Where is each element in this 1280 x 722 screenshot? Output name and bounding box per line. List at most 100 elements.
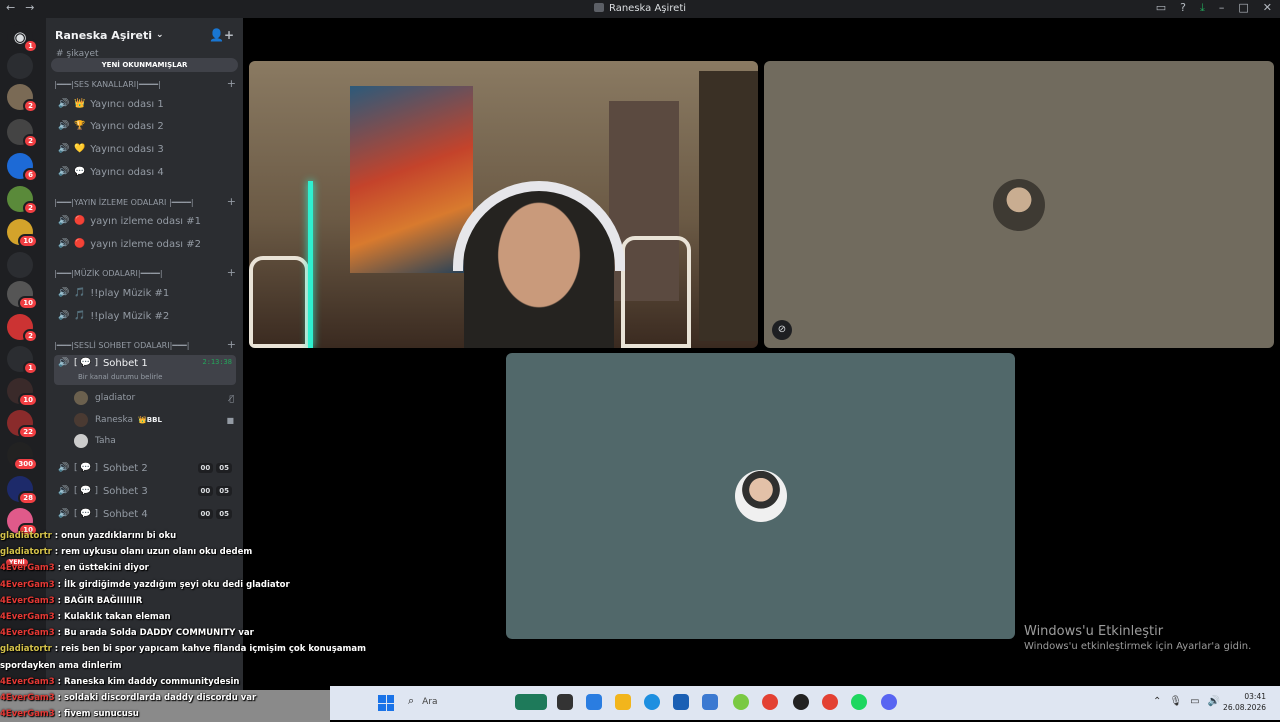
- server-icon-5[interactable]: 2: [7, 186, 38, 215]
- category-yayin-izleme[interactable]: |━━━|YAYIN İZLEME ODALARI |━━━━| +: [54, 196, 236, 207]
- chevron-down-icon: ⌄: [156, 30, 164, 40]
- active-channel-name: Sohbet 1: [102, 358, 148, 369]
- server-icon-7[interactable]: [7, 252, 33, 278]
- app-icon[interactable]: [733, 694, 749, 710]
- voice-channel[interactable]: 🔊[ 💬 ] Sohbet 4 00 05: [54, 504, 236, 524]
- task-view-icon[interactable]: [557, 694, 573, 710]
- voice-channel[interactable]: 🔊 🔴 yayın izleme odası #1: [54, 211, 236, 231]
- help-icon[interactable]: ?: [1180, 1, 1186, 15]
- category-sesli-sohbet[interactable]: |━━━|SESLİ SOHBET ODALARI|━━━| +: [54, 339, 236, 350]
- guild-name: Raneska Aşireti: [55, 28, 153, 42]
- server-icon-9[interactable]: 2: [7, 314, 38, 343]
- server-icon-11[interactable]: 10: [7, 378, 38, 407]
- search-icon: ⌕: [408, 694, 415, 707]
- speaker-icon: 🔊: [58, 311, 70, 321]
- mail-icon[interactable]: [702, 694, 718, 710]
- speaker-icon: 🔊: [58, 239, 70, 249]
- speaker-icon: 🔊: [58, 486, 70, 496]
- speaker-icon: 🔊: [58, 121, 70, 131]
- chat-message: gladiatortr : rem uykusu olanı uzun olan…: [0, 547, 253, 558]
- video-tile-taha[interactable]: [506, 353, 1015, 639]
- app-icon[interactable]: [793, 694, 809, 710]
- file-explorer-icon[interactable]: [615, 694, 631, 710]
- voice-channel[interactable]: 🔊 🎵 !!play Müzik #1: [54, 283, 236, 303]
- download-icon[interactable]: ⤓: [1200, 1, 1205, 15]
- server-icon-12[interactable]: 22: [7, 410, 38, 439]
- avatar: [74, 391, 88, 405]
- widget-icon[interactable]: [515, 694, 547, 710]
- chrome-icon[interactable]: [762, 694, 778, 710]
- server-icon-6[interactable]: 10: [7, 219, 38, 248]
- chat-message: gladiatortr : reis ben bi spor yapıcam k…: [0, 644, 366, 655]
- close-button[interactable]: ✕: [1263, 1, 1272, 15]
- add-member-icon[interactable]: 👤+: [209, 28, 234, 42]
- volume-icon: 🔊: [1207, 696, 1220, 707]
- video-tile-gladiator[interactable]: ⊘: [764, 61, 1274, 348]
- speaker-icon: 🔊: [58, 144, 70, 154]
- inbox-icon[interactable]: ▭: [1156, 1, 1166, 15]
- discord-home-icon[interactable]: ◉ 1: [7, 24, 38, 53]
- avatar: [993, 178, 1045, 231]
- chair: [249, 256, 309, 348]
- voice-channel[interactable]: 🔊 🏆 Yayıncı odası 2: [54, 116, 236, 136]
- activation-watermark: Windows'u Etkinleştir Windows'u etkinleş…: [1024, 624, 1251, 652]
- title-bar: ← → Raneska Aşireti ▭ ? ⤓ – □ ✕: [0, 0, 1280, 18]
- chat-message: 4EverGam3 : Bu arada Solda DADDY COMMUNI…: [0, 628, 254, 639]
- server-icon-3[interactable]: 2: [7, 119, 38, 148]
- taskbar-search[interactable]: ⌕ Ara: [408, 694, 438, 708]
- voice-member[interactable]: gladiator 🎙̸: [74, 389, 234, 407]
- clock[interactable]: 03:41 26.08.2026: [1223, 691, 1266, 713]
- voice-channel[interactable]: 🔊[ 💬 ] Sohbet 3 00 05: [54, 481, 236, 501]
- poster: [350, 86, 473, 273]
- system-tray[interactable]: ⌃ 🎙 ▭ 🔊: [1153, 696, 1220, 707]
- call-timer: 2:13:38: [202, 358, 232, 366]
- speaker-icon: 🔊: [58, 288, 70, 298]
- chair: [621, 236, 691, 348]
- minimize-button[interactable]: –: [1219, 1, 1225, 15]
- voice-channel-active[interactable]: 🔊[ 💬 ] Sohbet 1 2:13:38 Bir kanal durumu …: [54, 355, 236, 385]
- server-icon-1[interactable]: [7, 53, 33, 79]
- video-tile-raneska[interactable]: [249, 61, 758, 348]
- spotify-icon[interactable]: [851, 694, 867, 710]
- voice-channel[interactable]: 🔊[ 💬 ] Sohbet 2 00 05: [54, 458, 236, 478]
- speaker-icon: 🔊: [58, 99, 70, 109]
- channel-status[interactable]: Bir kanal durumu belirle: [78, 373, 162, 381]
- chat-message: 4EverGam3 : Raneska kim daddy communityd…: [0, 676, 240, 687]
- avatar: [74, 413, 88, 427]
- display-icon: ▭: [1190, 696, 1200, 707]
- server-icon-10[interactable]: 1: [7, 346, 38, 375]
- server-icon-2[interactable]: 2: [7, 84, 38, 113]
- unread-banner[interactable]: YENİ OKUNMAMIŞLAR: [51, 58, 238, 72]
- avatar: [74, 434, 88, 448]
- mic-icon: 🎙: [1169, 696, 1183, 707]
- server-icon-13[interactable]: 300: [7, 442, 38, 471]
- voice-channel[interactable]: 🔊 🎵 !!play Müzik #2: [54, 306, 236, 326]
- category-muzik[interactable]: |━━━|MÜZİK ODALARI|━━━━| +: [54, 267, 236, 278]
- app-icon[interactable]: [586, 694, 602, 710]
- voice-channel[interactable]: 🔊 💛 Yayıncı odası 3: [54, 139, 236, 159]
- voice-channel[interactable]: 🔊 🔴 yayın izleme odası #2: [54, 234, 236, 254]
- chat-message: 4EverGam3 : İlk girdiğimde yazdığım şeyi…: [0, 579, 290, 590]
- guild-header[interactable]: Raneska Aşireti ⌄ 👤+: [46, 18, 243, 52]
- chat-message: gladiatortr : onun yazdıklarını bi oku: [0, 531, 177, 541]
- voice-member[interactable]: Raneska 👑BBL ■: [74, 411, 234, 429]
- mic-muted-icon: 🎙̸: [229, 393, 234, 403]
- voice-channel[interactable]: 🔊 👑 Yayıncı odası 1: [54, 94, 236, 114]
- speaker-icon: 🔊: [58, 216, 70, 226]
- server-icon-8[interactable]: 10: [7, 281, 38, 310]
- voice-channel[interactable]: 🔊 💬 Yayıncı odası 4: [54, 162, 236, 182]
- edge-icon[interactable]: [644, 694, 660, 710]
- category-ses-kanallari[interactable]: |━━━|SES KANALLARI|━━━━| +: [54, 78, 236, 89]
- server-icon-14[interactable]: 28: [7, 476, 38, 505]
- server-icon-4[interactable]: 6: [7, 153, 38, 182]
- taskbar: ⌕ Ara ⌃ 🎙 ▭ 🔊 03:41 26.08.2026: [330, 686, 1280, 720]
- chrome-icon[interactable]: [822, 694, 838, 710]
- window-title-text: Raneska Aşireti: [608, 3, 687, 14]
- window-title: Raneska Aşireti: [0, 3, 1280, 14]
- maximize-button[interactable]: □: [1238, 1, 1248, 15]
- discord-icon[interactable]: [881, 694, 897, 710]
- store-icon[interactable]: [673, 694, 689, 710]
- neon-light: [308, 181, 313, 348]
- windows-start-icon[interactable]: [378, 695, 394, 711]
- voice-member[interactable]: Taha: [74, 432, 234, 450]
